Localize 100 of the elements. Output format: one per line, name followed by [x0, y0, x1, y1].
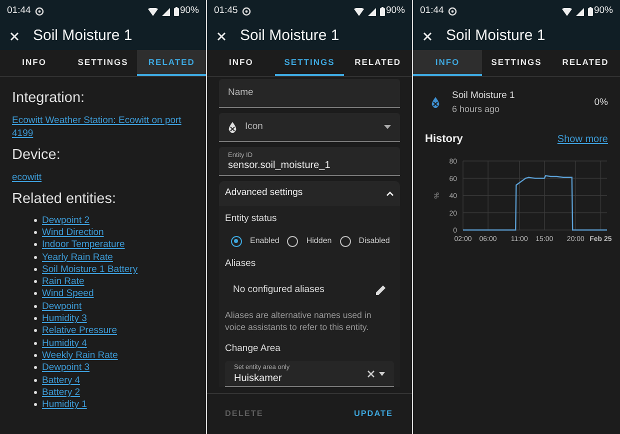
- battery-level: 90%: [594, 4, 613, 18]
- advanced-settings-header[interactable]: Advanced settings: [219, 181, 400, 206]
- tab[interactable]: SETTINGS: [68, 50, 138, 76]
- name-field[interactable]: Name: [219, 79, 400, 108]
- entity-link[interactable]: Battery 2: [42, 386, 80, 399]
- entity-link[interactable]: Dewpoint 2: [42, 214, 90, 227]
- dialog-title: Soil Moisture 1: [240, 26, 340, 46]
- entity-link[interactable]: Humidity 1: [42, 398, 87, 412]
- tab[interactable]: INFO: [207, 50, 276, 76]
- entity-link[interactable]: Dewpoint: [42, 300, 82, 313]
- signal-icon: [368, 8, 376, 16]
- status-time: 01:44: [420, 4, 444, 18]
- bullet-icon: [34, 256, 37, 259]
- radio-button[interactable]: [340, 236, 351, 247]
- entity-link[interactable]: Soil Moisture 1 Battery: [42, 262, 138, 276]
- radio-label: Enabled: [250, 235, 280, 248]
- notification-icon: [448, 7, 457, 16]
- wifi-icon: [354, 8, 364, 16]
- close-icon[interactable]: [217, 32, 226, 41]
- last-changed: 6 hours ago: [452, 103, 501, 116]
- device-link[interactable]: ecowitt: [12, 171, 42, 184]
- status-time: 01:44: [7, 4, 31, 18]
- dialog-title: Soil Moisture 1: [33, 26, 132, 46]
- tab[interactable]: SETTINGS: [275, 50, 344, 76]
- battery-icon: [588, 7, 593, 16]
- tab[interactable]: SETTINGS: [482, 50, 551, 76]
- caret-icon[interactable]: [384, 125, 391, 129]
- entity-link[interactable]: Humidity 3: [42, 312, 87, 326]
- integration-link[interactable]: Ecowitt Weather Station: Ecowitt on port 4199: [12, 114, 194, 140]
- entity-link[interactable]: Dewpoint 3: [42, 361, 90, 374]
- entity-link[interactable]: Wind Speed: [42, 287, 94, 300]
- icon-field[interactable]: Icon: [219, 113, 400, 142]
- tab[interactable]: INFO: [0, 50, 69, 76]
- entity-link[interactable]: Yearly Rain Rate: [42, 250, 113, 264]
- tab[interactable]: INFO: [413, 50, 482, 76]
- radio-label: Hidden: [306, 235, 332, 248]
- battery-level: 90%: [386, 4, 405, 18]
- battery-level: 90%: [180, 4, 199, 18]
- section-heading: Related entities:: [12, 190, 117, 208]
- bullet-icon: [34, 218, 37, 222]
- notification-icon: [242, 7, 251, 16]
- tab[interactable]: RELATED: [344, 50, 412, 76]
- section-heading: History: [425, 132, 463, 147]
- bullet-icon: [34, 243, 37, 246]
- entity-link[interactable]: Humidity 4: [42, 336, 87, 350]
- entity-name[interactable]: Soil Moisture 1: [452, 89, 582, 104]
- entity-link[interactable]: Battery 4: [42, 374, 80, 387]
- battery-icon: [380, 7, 385, 16]
- bullet-icon: [34, 329, 37, 332]
- bullet-icon: [34, 230, 37, 234]
- entity-link[interactable]: Relative Pressure: [42, 324, 117, 338]
- bullet-icon: [34, 304, 37, 308]
- bullet-icon: [34, 342, 37, 345]
- wifi-icon: [562, 8, 572, 16]
- entity-state: 0%: [594, 96, 608, 110]
- bullet-icon: [34, 390, 37, 394]
- icon-placeholder: Icon: [245, 120, 264, 134]
- bullet-icon: [34, 354, 37, 357]
- dialog-title: Soil Moisture 1: [446, 26, 546, 46]
- pencil-icon[interactable]: [376, 284, 386, 295]
- update-button[interactable]: UPDATE: [352, 406, 395, 422]
- battery-icon: [174, 7, 179, 16]
- section-heading: Device:: [12, 146, 62, 164]
- status-time: 01:45: [214, 4, 238, 18]
- radio-button[interactable]: [287, 236, 298, 247]
- radio-label: Disabled: [358, 235, 390, 248]
- signal-icon: [162, 8, 170, 16]
- close-icon[interactable]: [423, 32, 432, 41]
- section-label: Aliases: [225, 257, 257, 272]
- chevron-up-icon[interactable]: [386, 191, 394, 196]
- drop-icon: [228, 122, 237, 132]
- wifi-icon: [148, 8, 158, 16]
- close-icon[interactable]: [10, 32, 19, 41]
- radio-button[interactable]: [231, 236, 242, 247]
- show-more-link[interactable]: Show more: [557, 132, 608, 146]
- tab[interactable]: RELATED: [551, 50, 620, 76]
- field-value: Huiskamer: [234, 372, 283, 384]
- clear-icon[interactable]: [367, 370, 375, 378]
- bullet-icon: [34, 378, 37, 382]
- entity-link[interactable]: Rain Rate: [42, 275, 84, 288]
- section-label: Change Area: [225, 342, 282, 356]
- entity-link[interactable]: Wind Direction: [42, 226, 104, 239]
- entity-link[interactable]: Indoor Temperature: [42, 238, 125, 252]
- signal-icon: [576, 8, 584, 16]
- help-text: Aliases are alternative names used in voice assistants to refer to this entity.: [225, 308, 372, 334]
- entity-link[interactable]: Weekly Rain Rate: [42, 348, 118, 362]
- bullet-icon: [34, 317, 37, 320]
- caret-icon[interactable]: [379, 372, 385, 376]
- section-heading: Integration:: [12, 89, 86, 107]
- field-value: sensor.soil_moisture_1: [228, 160, 332, 172]
- section-label: Entity status: [225, 212, 278, 226]
- empty-aliases-text: No configured aliases: [233, 282, 324, 296]
- bullet-icon: [34, 366, 37, 370]
- bullet-icon: [34, 280, 37, 284]
- drop-icon: [431, 97, 440, 108]
- bullet-icon: [34, 268, 37, 271]
- bullet-icon: [34, 292, 37, 296]
- bullet-icon: [34, 403, 37, 406]
- tab[interactable]: RELATED: [137, 50, 206, 76]
- expander-title: Advanced settings: [225, 186, 303, 200]
